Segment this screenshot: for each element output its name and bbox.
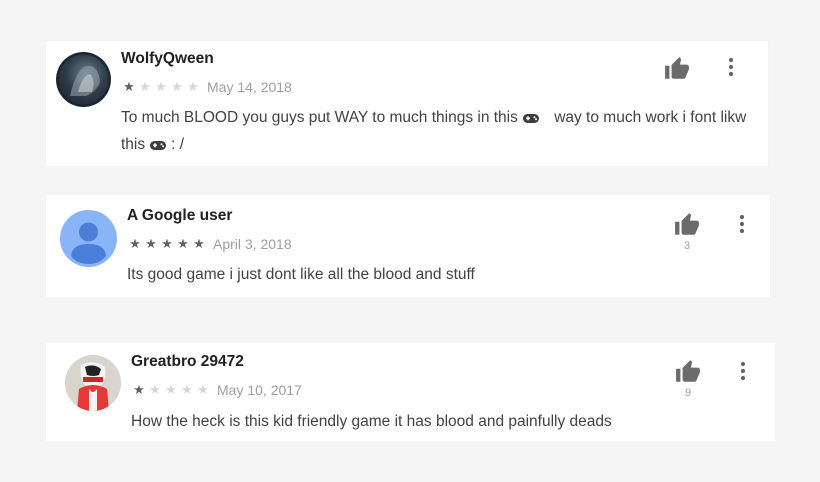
review-date: May 14, 2018 <box>207 79 292 95</box>
star-rating: ★ ★ ★ ★ ★ <box>127 237 207 251</box>
star-icon: ★ <box>171 79 183 94</box>
star-icon: ★ <box>177 236 189 251</box>
thumbs-up-icon[interactable] <box>663 56 691 82</box>
review-card: Greatbro 29472 ★ ★ ★ ★ ★ May 10, 2017 Ho… <box>46 343 775 441</box>
review-text-part: : / <box>171 136 185 153</box>
thumbs-up-icon[interactable] <box>674 359 702 385</box>
star-icon: ★ <box>133 382 145 397</box>
rating-row: ★ ★ ★ ★ ★ May 14, 2018 <box>121 79 292 95</box>
star-rating: ★ ★ ★ ★ ★ <box>131 383 211 397</box>
star-icon: ★ <box>123 79 135 94</box>
avatar[interactable] <box>65 355 121 411</box>
star-icon: ★ <box>149 382 161 397</box>
more-vert-icon[interactable] <box>726 58 736 78</box>
review-text-part: this <box>121 136 146 153</box>
review-card: A Google user ★ ★ ★ ★ ★ April 3, 2018 It… <box>46 195 770 297</box>
more-vert-icon[interactable] <box>737 215 747 235</box>
gamepad-emoji-icon <box>522 114 539 123</box>
review-text-part: way to much work i font likw <box>554 109 747 126</box>
reviewer-name[interactable]: A Google user <box>127 207 232 225</box>
star-icon: ★ <box>193 236 205 251</box>
star-icon: ★ <box>187 79 199 94</box>
review-text: To much BLOOD you guys put WAY to much t… <box>121 104 761 158</box>
review-text: How the heck is this kid friendly game i… <box>131 413 612 430</box>
star-icon: ★ <box>161 236 173 251</box>
star-icon: ★ <box>139 79 151 94</box>
helpful-count: 3 <box>683 240 691 252</box>
star-icon: ★ <box>129 236 141 251</box>
avatar[interactable] <box>56 52 111 107</box>
helpful-count: 9 <box>684 387 692 399</box>
reviewer-name[interactable]: Greatbro 29472 <box>131 353 244 371</box>
reviewer-name[interactable]: WolfyQween <box>121 50 214 68</box>
rating-row: ★ ★ ★ ★ ★ April 3, 2018 <box>127 236 292 252</box>
review-date: April 3, 2018 <box>213 236 292 252</box>
rating-row: ★ ★ ★ ★ ★ May 10, 2017 <box>131 382 302 398</box>
star-icon: ★ <box>181 382 193 397</box>
star-icon: ★ <box>165 382 177 397</box>
review-card: WolfyQween ★ ★ ★ ★ ★ May 14, 2018 To muc… <box>46 41 768 166</box>
star-icon: ★ <box>145 236 157 251</box>
gamepad-emoji-icon <box>150 141 167 150</box>
thumbs-up-icon[interactable] <box>673 212 701 238</box>
default-user-icon <box>71 222 106 264</box>
review-text-part: To much BLOOD you guys put WAY to much t… <box>121 109 518 126</box>
avatar[interactable] <box>60 210 117 267</box>
review-text: Its good game i just dont like all the b… <box>127 266 475 283</box>
star-icon: ★ <box>197 382 209 397</box>
avatar-image <box>65 355 121 411</box>
avatar-image <box>56 52 111 107</box>
review-date: May 10, 2017 <box>217 382 302 398</box>
star-icon: ★ <box>155 79 167 94</box>
more-vert-icon[interactable] <box>738 362 748 382</box>
star-rating: ★ ★ ★ ★ ★ <box>121 80 201 94</box>
